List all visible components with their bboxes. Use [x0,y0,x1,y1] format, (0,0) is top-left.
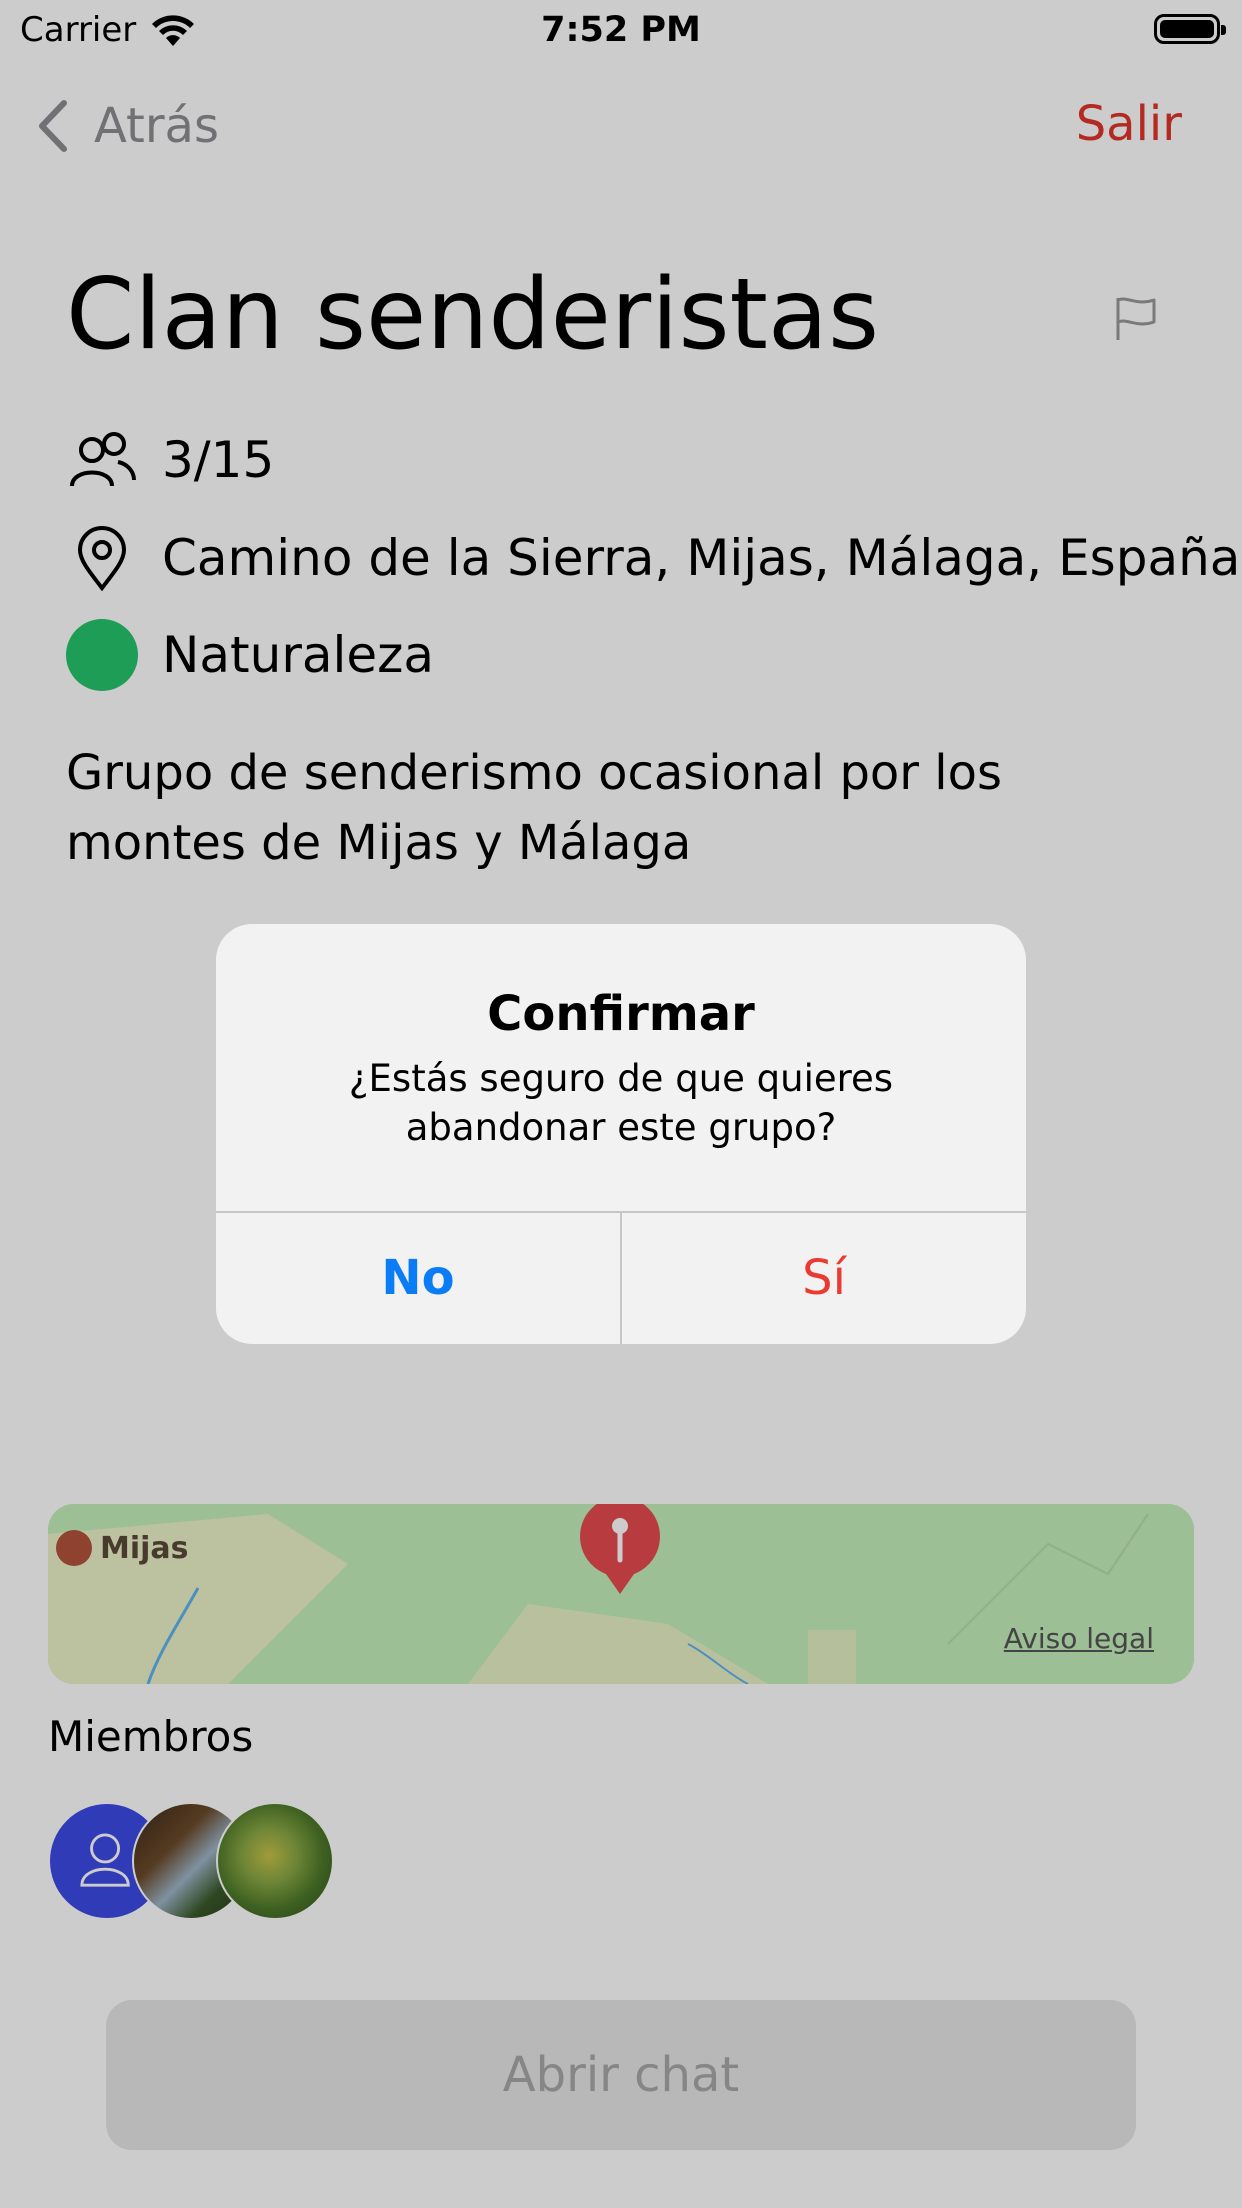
alert-yes-button[interactable]: Sí [622,1212,1026,1344]
alert-message: ¿Estás seguro de que quieres abandonar e… [348,1057,894,1149]
confirm-alert: Confirmar ¿Estás seguro de que quieres a… [216,924,1026,1344]
alert-title: Confirmar [487,986,755,1042]
alert-no-button[interactable]: No [216,1212,620,1344]
